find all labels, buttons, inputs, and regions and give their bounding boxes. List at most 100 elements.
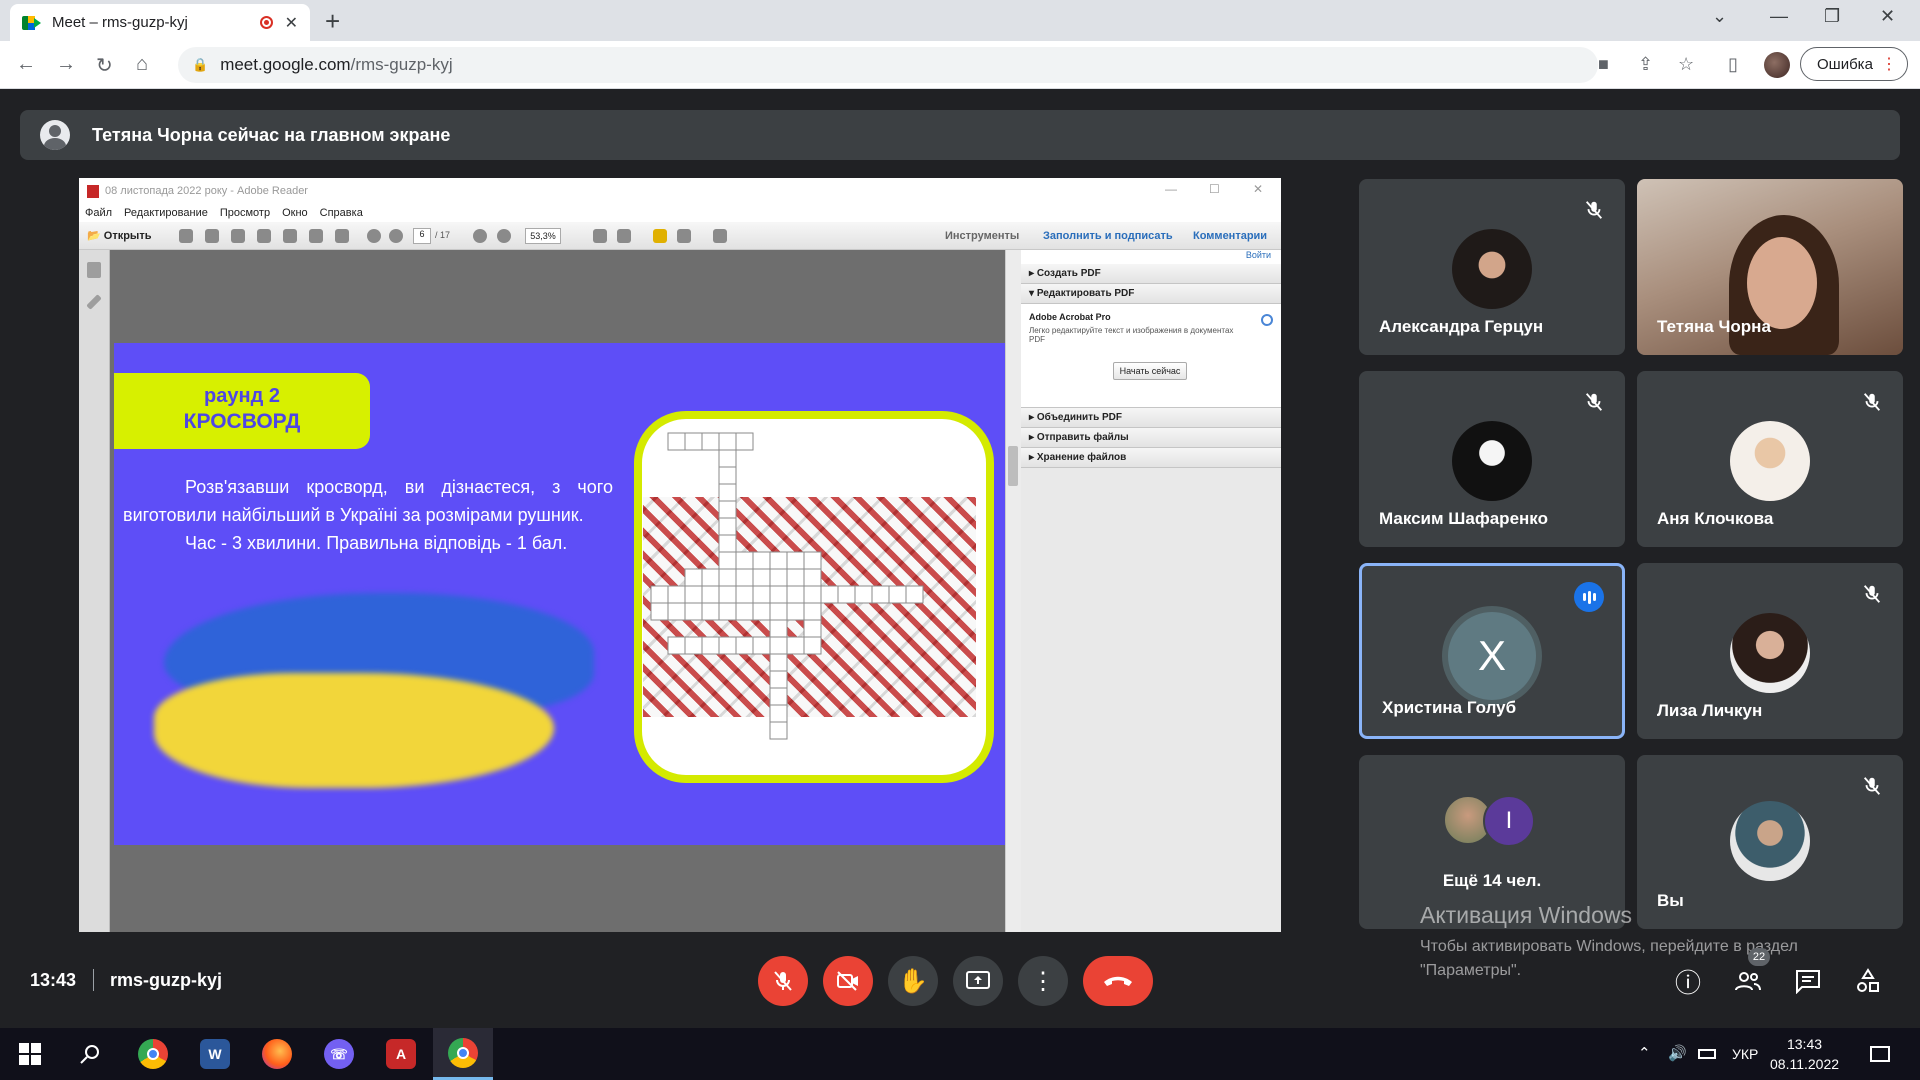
reader-save-icon xyxy=(283,229,297,243)
side-panel-icon[interactable]: ▯ xyxy=(1728,54,1738,75)
taskbar-firefox[interactable] xyxy=(247,1028,307,1080)
leave-call-button[interactable] xyxy=(1083,956,1153,1006)
taskbar-chrome[interactable] xyxy=(123,1028,183,1080)
reader-zoom-in-icon xyxy=(497,229,511,243)
battery-icon[interactable] xyxy=(1698,1049,1716,1059)
profile-avatar[interactable] xyxy=(1764,52,1790,78)
reader-menu-help: Справка xyxy=(319,207,363,219)
share-icon[interactable]: ⇪ xyxy=(1638,54,1653,75)
presenter-avatar xyxy=(40,120,70,150)
slide-text: Розв'язавши кросворд, ви дізнаєтеся, з ч… xyxy=(123,473,613,557)
url-path: /rms-guzp-kyj xyxy=(350,55,453,74)
taskbar-viber[interactable]: ☏ xyxy=(309,1028,369,1080)
bookmark-star-icon[interactable]: ☆ xyxy=(1678,54,1694,75)
acrobat-title: Adobe Acrobat Pro xyxy=(1029,312,1111,322)
meeting-code: rms-guzp-kyj xyxy=(110,970,223,990)
tab-search-icon[interactable]: ⌄ xyxy=(1712,6,1727,27)
present-screen-button[interactable] xyxy=(953,956,1003,1006)
round-label-line2: КРОСВОРД xyxy=(183,410,301,433)
minimize-icon[interactable]: — xyxy=(1770,6,1788,27)
raise-hand-icon: ✋ xyxy=(898,967,928,995)
raise-hand-button[interactable]: ✋ xyxy=(888,956,938,1006)
reader-store-files: ▸ Хранение файлов xyxy=(1021,448,1281,468)
participant-tile-active[interactable]: Х Христина Голуб xyxy=(1359,563,1625,739)
windows-logo-icon xyxy=(19,1043,41,1065)
taskbar-search-button[interactable] xyxy=(60,1028,120,1080)
flag-yellow-stroke xyxy=(154,673,554,788)
firefox-icon xyxy=(262,1039,292,1069)
acrobat-icon: A xyxy=(386,1039,416,1069)
participant-avatar xyxy=(1730,421,1810,501)
participant-tile[interactable]: Максим Шафаренко xyxy=(1359,371,1625,547)
forward-icon[interactable]: → xyxy=(56,53,76,76)
people-icon[interactable] xyxy=(1731,964,1765,998)
reload-icon[interactable]: ↻ xyxy=(96,53,113,78)
reader-edit-pdf: ▾ Редактировать PDF xyxy=(1021,284,1281,304)
address-bar: ← → ↻ ⌂ 🔒 meet.google.com /rms-guzp-kyj … xyxy=(0,41,1920,89)
browser-tab-meet[interactable]: Meet – rms-guzp-kyj ✕ xyxy=(10,4,310,41)
activities-icon[interactable] xyxy=(1851,964,1885,998)
slide-paragraph-2: Час - 3 хвилини. Правильна відповідь - 1… xyxy=(185,533,568,553)
more-options-button[interactable]: ⋮ xyxy=(1018,956,1068,1006)
reader-mail-icon xyxy=(335,229,349,243)
participants-count-badge: 22 xyxy=(1748,948,1770,966)
reader-minimize-icon: — xyxy=(1165,182,1177,196)
tray-expand-icon[interactable]: ⌃ xyxy=(1638,1044,1651,1062)
volume-icon[interactable]: 🔊 xyxy=(1668,1044,1687,1062)
keyboard-language[interactable]: УКР xyxy=(1732,1046,1758,1062)
reader-tool-icon xyxy=(257,229,271,243)
participant-initial: Х xyxy=(1442,606,1542,706)
participant-tile[interactable]: Александра Герцун xyxy=(1359,179,1625,355)
browser-tabbar: Meet – rms-guzp-kyj ✕ + ⌄ — ❐ ✕ xyxy=(0,0,1920,41)
url-field[interactable]: 🔒 meet.google.com /rms-guzp-kyj xyxy=(178,47,1598,83)
recording-icon xyxy=(259,16,273,29)
reader-pages-icon xyxy=(87,262,101,278)
participant-name: Максим Шафаренко xyxy=(1379,509,1548,528)
reader-page-field: 6 xyxy=(413,228,431,244)
error-button[interactable]: Ошибка ⋮ xyxy=(1800,47,1908,81)
home-icon[interactable]: ⌂ xyxy=(136,53,148,76)
taskbar-clock[interactable]: 13:43 08.11.2022 xyxy=(1770,1034,1839,1074)
chat-icon[interactable] xyxy=(1791,964,1825,998)
taskbar-acrobat[interactable]: A xyxy=(371,1028,431,1080)
participant-name: Лиза Личкун xyxy=(1657,701,1763,720)
reader-expand-icon xyxy=(713,229,727,243)
reader-menu-file: Файл xyxy=(85,207,113,219)
reader-stamp-icon xyxy=(677,229,691,243)
restore-icon[interactable]: ❐ xyxy=(1824,6,1840,27)
mic-toggle-button[interactable] xyxy=(758,956,808,1006)
meeting-details-icon[interactable]: ⓘ xyxy=(1671,964,1705,998)
menu-dots-icon[interactable]: ⋮ xyxy=(1881,54,1897,74)
reader-attachment-icon xyxy=(86,294,102,310)
taskbar-chrome-active[interactable] xyxy=(433,1028,493,1080)
close-tab-icon[interactable]: ✕ xyxy=(285,13,298,33)
participant-tile[interactable]: Лиза Личкун xyxy=(1637,563,1903,739)
reader-tool-icon xyxy=(231,229,245,243)
start-button[interactable] xyxy=(0,1028,60,1080)
mic-off-icon xyxy=(1863,393,1881,411)
self-avatar xyxy=(1730,801,1810,881)
reader-close-icon: ✕ xyxy=(1253,182,1264,196)
new-tab-button[interactable]: + xyxy=(325,6,340,37)
close-window-icon[interactable]: ✕ xyxy=(1880,6,1895,27)
participant-tile[interactable]: Аня Клочкова xyxy=(1637,371,1903,547)
camera-toggle-button[interactable] xyxy=(823,956,873,1006)
participant-tile[interactable]: Тетяна Чорна xyxy=(1637,179,1903,355)
search-icon xyxy=(80,1045,99,1064)
pdf-icon xyxy=(87,184,99,198)
reader-menu-view: Просмотр xyxy=(219,207,271,219)
activation-line1: Чтобы активировать Windows, перейдите в … xyxy=(1420,938,1798,955)
reader-combine-pdf: ▸ Объединить PDF xyxy=(1021,408,1281,428)
url-host: meet.google.com xyxy=(220,55,351,74)
notifications-icon[interactable] xyxy=(1870,1046,1890,1062)
camera-blocked-icon[interactable]: ■ xyxy=(1598,54,1609,75)
tab-title: Meet – rms-guzp-kyj xyxy=(52,14,188,31)
reader-edit-pdf-label: Редактировать PDF xyxy=(1036,288,1135,299)
reader-restore-icon: ☐ xyxy=(1209,182,1220,196)
back-icon[interactable]: ← xyxy=(16,53,36,76)
reader-send-files: ▸ Отправить файлы xyxy=(1021,428,1281,448)
reader-store-files-label: Хранение файлов xyxy=(1036,452,1127,463)
reader-fit-icon xyxy=(593,229,607,243)
reader-tools-tab: Инструменты xyxy=(945,230,1020,242)
taskbar-word[interactable]: W xyxy=(185,1028,245,1080)
